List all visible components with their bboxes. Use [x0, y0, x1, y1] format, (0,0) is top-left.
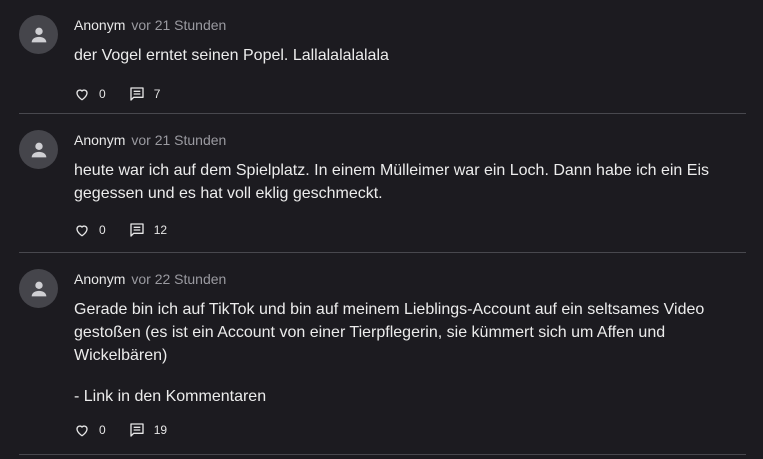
- comment-item: Anonym vor 21 Stunden heute war ich auf d…: [0, 115, 746, 240]
- like-button[interactable]: 0: [74, 222, 106, 238]
- divider: [19, 113, 746, 114]
- heart-outline-icon: [76, 225, 88, 237]
- reply-count: 12: [153, 223, 168, 237]
- like-count: 0: [99, 87, 106, 101]
- reply-button[interactable]: 19: [129, 422, 167, 438]
- comment-actions: 0 7: [74, 84, 722, 104]
- reply-count: 7: [153, 87, 161, 101]
- divider: [19, 252, 746, 253]
- divider: [19, 454, 746, 455]
- avatar[interactable]: [19, 15, 58, 54]
- timestamp: vor 21 Stunden: [131, 132, 227, 148]
- like-count: 0: [99, 223, 106, 237]
- reply-count: 19: [153, 423, 168, 437]
- comment-paragraph: der Vogel erntet seinen Popel. Lallalala…: [74, 47, 389, 64]
- like-count: 0: [99, 423, 106, 437]
- comment-feed: Anonym vor 21 Stunden der Vogel erntet se…: [0, 0, 763, 459]
- comment-icon: [130, 87, 144, 101]
- avatar[interactable]: [19, 130, 58, 169]
- reply-button[interactable]: 12: [129, 222, 167, 238]
- heart-outline-icon: [76, 425, 88, 437]
- comment-paragraph: heute war ich auf dem Spielplatz. In ein…: [74, 162, 709, 202]
- reply-button[interactable]: 7: [129, 86, 161, 102]
- author-name: Anonym: [74, 17, 126, 33]
- timestamp: vor 22 Stunden: [131, 271, 227, 287]
- comment-text: der Vogel erntet seinen Popel. Lallalala…: [74, 44, 722, 67]
- comment-paragraph: - Link in den Kommentaren: [74, 388, 267, 405]
- timestamp: vor 21 Stunden: [131, 17, 227, 33]
- user-icon: [31, 281, 46, 296]
- user-icon: [31, 142, 46, 157]
- user-icon: [31, 27, 46, 42]
- comment-meta: Anonym vor 22 Stunden: [74, 254, 722, 287]
- comment-item: Anonym vor 22 Stunden Gerade bin ich auf …: [0, 254, 746, 440]
- comment-meta: Anonym vor 21 Stunden: [74, 115, 722, 148]
- like-button[interactable]: 0: [74, 422, 106, 438]
- avatar[interactable]: [19, 269, 58, 308]
- comment-paragraph: Gerade bin ich auf TikTok und bin auf me…: [74, 301, 705, 364]
- author-name: Anonym: [74, 132, 126, 148]
- comment-actions: 0 12: [74, 220, 722, 240]
- comment-meta: Anonym vor 21 Stunden: [74, 0, 722, 33]
- comment-item: Anonym vor 21 Stunden der Vogel erntet se…: [0, 0, 746, 104]
- heart-outline-icon: [76, 89, 88, 101]
- comment-text: heute war ich auf dem Spielplatz. In ein…: [74, 159, 722, 205]
- comment-text: Gerade bin ich auf TikTok und bin auf me…: [74, 298, 722, 408]
- author-name: Anonym: [74, 271, 126, 287]
- comment-icon: [130, 423, 144, 437]
- comment-actions: 0 19: [74, 420, 722, 440]
- like-button[interactable]: 0: [74, 86, 106, 102]
- comment-icon: [130, 223, 144, 237]
